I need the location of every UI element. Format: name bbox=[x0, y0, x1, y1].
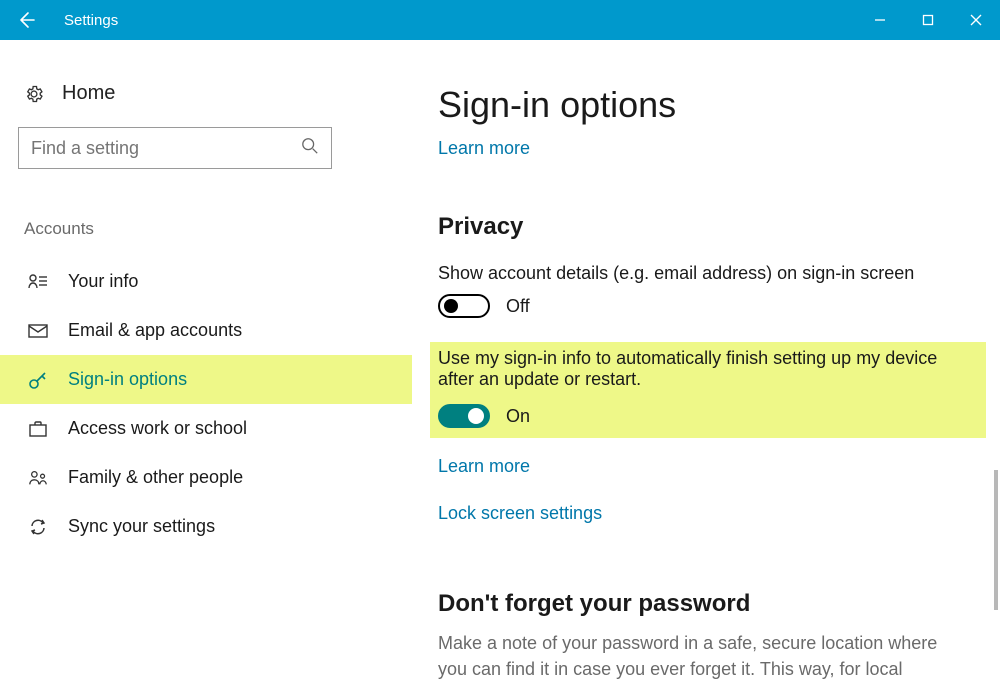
learn-more-link-top[interactable]: Learn more bbox=[438, 138, 530, 159]
briefcase-icon bbox=[28, 419, 48, 439]
main-panel: Sign-in options Learn more Privacy Show … bbox=[350, 40, 1000, 685]
minimize-icon bbox=[874, 14, 886, 26]
sidebar-item-label: Sign-in options bbox=[68, 369, 187, 390]
password-heading: Don't forget your password bbox=[438, 590, 970, 618]
sidebar-item-label: Family & other people bbox=[68, 467, 243, 488]
maximize-button[interactable] bbox=[904, 0, 952, 40]
page-title: Sign-in options bbox=[438, 84, 970, 126]
key-icon bbox=[28, 370, 48, 390]
minimize-button[interactable] bbox=[856, 0, 904, 40]
show-account-toggle[interactable] bbox=[438, 294, 490, 318]
user-icon bbox=[28, 272, 48, 292]
use-signin-state: On bbox=[506, 406, 530, 427]
sidebar: Home Accounts Your info Email & app acco… bbox=[0, 40, 350, 685]
search-input[interactable] bbox=[31, 138, 301, 159]
email-icon bbox=[28, 321, 48, 341]
close-button[interactable] bbox=[952, 0, 1000, 40]
use-signin-desc: Use my sign-in info to automatically fin… bbox=[438, 348, 978, 390]
privacy-heading: Privacy bbox=[438, 213, 970, 241]
sidebar-item-label: Email & app accounts bbox=[68, 320, 242, 341]
close-icon bbox=[970, 14, 982, 26]
sidebar-item-label: Access work or school bbox=[68, 418, 247, 439]
people-icon bbox=[28, 468, 48, 488]
sidebar-item-label: Your info bbox=[68, 271, 138, 292]
maximize-icon bbox=[922, 14, 934, 26]
use-signin-highlight: Use my sign-in info to automatically fin… bbox=[430, 342, 986, 438]
sidebar-home[interactable]: Home bbox=[18, 74, 332, 127]
sync-icon bbox=[28, 517, 48, 537]
search-box[interactable] bbox=[18, 127, 332, 169]
sidebar-category: Accounts bbox=[24, 219, 332, 239]
window-title: Settings bbox=[64, 12, 118, 29]
learn-more-link-bottom[interactable]: Learn more bbox=[438, 456, 530, 477]
search-icon bbox=[301, 137, 319, 160]
use-signin-toggle[interactable] bbox=[438, 404, 490, 428]
show-account-desc: Show account details (e.g. email address… bbox=[438, 263, 970, 284]
show-account-state: Off bbox=[506, 296, 530, 317]
password-note: Make a note of your password in a safe, … bbox=[438, 630, 970, 685]
title-bar: Settings bbox=[0, 0, 1000, 40]
back-button[interactable] bbox=[12, 6, 40, 34]
home-label: Home bbox=[62, 82, 115, 105]
sidebar-item-label: Sync your settings bbox=[68, 516, 215, 537]
gear-icon bbox=[24, 84, 44, 104]
lock-screen-link[interactable]: Lock screen settings bbox=[438, 503, 602, 524]
arrow-left-icon bbox=[16, 10, 36, 30]
scrollbar[interactable] bbox=[994, 470, 998, 610]
